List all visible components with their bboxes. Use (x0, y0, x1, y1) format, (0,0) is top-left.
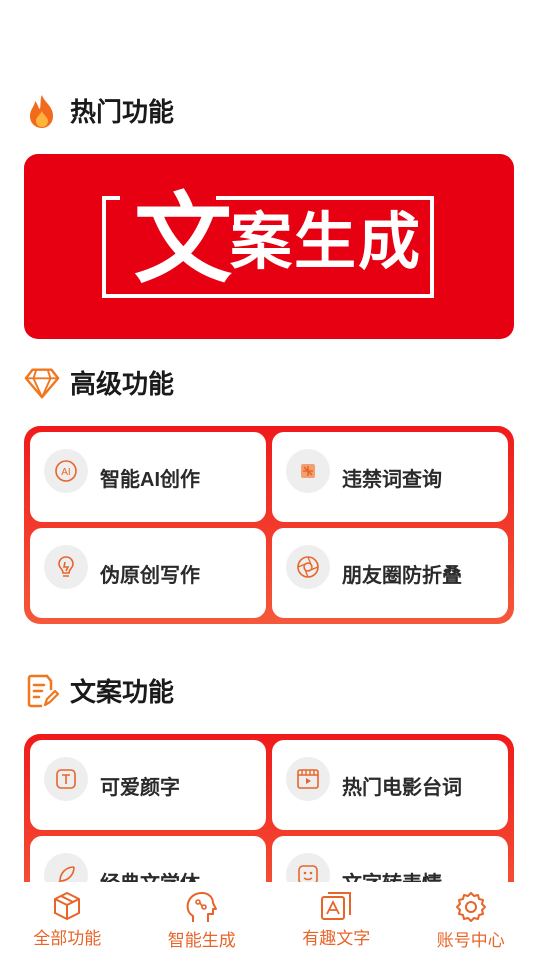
tab-label: 全部功能 (33, 929, 102, 948)
document-edit-icon (24, 673, 60, 709)
hot-section-header: 热门功能 (24, 92, 174, 129)
card-label: 智能AI创作 (100, 468, 200, 491)
copywriting-section-header: 文案功能 (24, 672, 174, 709)
cube-icon (54, 892, 81, 920)
card-label: 可爱颜字 (100, 776, 180, 799)
tab-all-features[interactable]: 全部功能 (2, 882, 132, 949)
aperture-icon (286, 545, 330, 589)
bottom-tab-bar: 全部功能 智能生成 有趣文字 账号中心 (0, 882, 538, 958)
card-cute-kaomoji[interactable]: 可爱颜字 (30, 740, 266, 830)
flame-icon (24, 93, 60, 129)
tab-smart-generate[interactable]: 智能生成 (137, 882, 267, 951)
advanced-section-header: 高级功能 (24, 364, 174, 401)
advanced-panel: AI 智能AI创作 违禁词查询 伪原创写作 朋友圈防折叠 (24, 426, 514, 624)
text-t-icon (44, 757, 88, 801)
svg-text:AI: AI (61, 467, 70, 478)
banner-title-rest: 案生成 (230, 208, 423, 277)
tab-label: 有趣文字 (302, 929, 371, 948)
forbidden-word-icon (286, 449, 330, 493)
banner-title-main: 文 (134, 184, 233, 294)
gear-icon (455, 892, 486, 922)
card-label: 朋友圈防折叠 (342, 564, 462, 587)
hot-section-title: 热门功能 (70, 97, 175, 127)
card-label: 伪原创写作 (100, 564, 200, 587)
tab-label: 智能生成 (167, 931, 236, 950)
tab-label: 账号中心 (436, 931, 505, 950)
diamond-icon (24, 365, 60, 401)
text-frame-icon (321, 892, 352, 920)
card-moments-anti-fold[interactable]: 朋友圈防折叠 (272, 528, 508, 618)
card-ai-writing[interactable]: AI 智能AI创作 (30, 432, 266, 522)
copy-generate-banner[interactable]: 文 案生成 (24, 154, 514, 339)
tab-account-center[interactable]: 账号中心 (406, 882, 536, 951)
card-forbidden-words[interactable]: 违禁词查询 (272, 432, 508, 522)
card-label: 热门电影台词 (342, 776, 462, 799)
lightbulb-icon (44, 545, 88, 589)
tab-fun-text[interactable]: 有趣文字 (271, 882, 401, 949)
ai-icon: AI (44, 449, 88, 493)
card-pseudo-original[interactable]: 伪原创写作 (30, 528, 266, 618)
copywriting-section-title: 文案功能 (70, 677, 175, 707)
film-icon (286, 757, 330, 801)
card-label: 违禁词查询 (342, 468, 442, 491)
card-movie-lines[interactable]: 热门电影台词 (272, 740, 508, 830)
brain-head-icon (186, 892, 217, 922)
advanced-section-title: 高级功能 (70, 369, 175, 399)
